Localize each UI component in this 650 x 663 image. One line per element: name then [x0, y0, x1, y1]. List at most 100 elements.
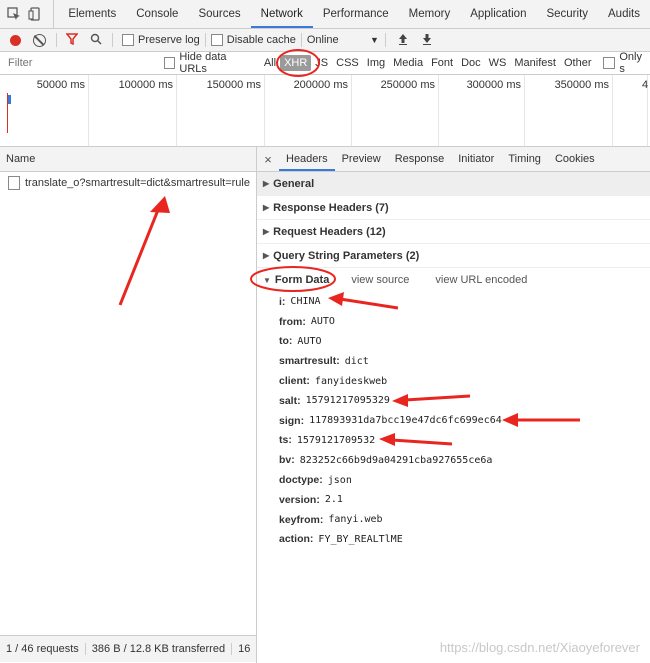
export-har-icon[interactable]	[421, 33, 433, 48]
watermark: https://blog.csdn.net/Xiaoyeforever	[439, 640, 640, 655]
tab-memory[interactable]: Memory	[399, 0, 461, 28]
filter-input[interactable]	[6, 54, 158, 72]
form-field-row: i: CHINA	[257, 292, 650, 312]
type-filter-css[interactable]: CSS	[332, 55, 363, 71]
timeline-gridline	[351, 75, 352, 146]
detail-tab-response[interactable]: Response	[388, 147, 452, 171]
form-field-value: 823252c66b9d9a04291cba927655ce6a	[299, 454, 493, 466]
timeline-gridline	[264, 75, 265, 146]
form-field-key: client:	[279, 375, 310, 388]
timeline-gridline	[612, 75, 613, 146]
network-toolbar: Preserve log Disable cache Online ▼	[0, 29, 650, 52]
search-icon[interactable]	[90, 33, 102, 48]
dom-marker	[7, 93, 8, 133]
timeline-tick-label: 100000 ms	[118, 79, 173, 91]
type-filter-other[interactable]: Other	[560, 55, 596, 71]
tab-application[interactable]: Application	[460, 0, 536, 28]
devtools-tabbar: Elements Console Sources Network Performance…	[0, 0, 650, 29]
triangle-right-icon: ▶	[263, 179, 270, 188]
status-extra: 16	[238, 643, 251, 655]
disable-cache-checkbox[interactable]	[210, 34, 223, 46]
form-field-row: smartresult: dict	[257, 351, 650, 371]
type-filter-all[interactable]: All	[260, 55, 280, 71]
form-field-key: sign:	[279, 414, 305, 427]
tab-console[interactable]: Console	[126, 0, 188, 28]
type-filter-manifest[interactable]: Manifest	[510, 55, 560, 71]
section-label: Request Headers (12)	[273, 225, 386, 238]
form-field-value: AUTO	[297, 335, 322, 347]
type-filter-media[interactable]: Media	[389, 55, 427, 71]
form-field-value: 1579121709532	[296, 434, 376, 446]
device-toolbar-icon[interactable]	[25, 1, 46, 27]
form-field-row: sign: 117893931da7bcc19e47dc6fc699ec64	[257, 411, 650, 431]
request-name: translate_o?smartresult=dict&smartresult…	[25, 177, 250, 189]
request-count: 1 / 46 requests	[0, 643, 86, 655]
type-filter-img[interactable]: Img	[363, 55, 389, 71]
form-field-value: 15791217095329	[305, 395, 390, 407]
hide-data-urls-checkbox[interactable]	[163, 57, 176, 69]
preserve-log-checkbox[interactable]	[122, 34, 134, 46]
type-filter-font[interactable]: Font	[427, 55, 457, 71]
form-field-row: salt: 15791217095329	[257, 391, 650, 411]
clear-icon[interactable]	[33, 33, 46, 47]
form-field-value: AUTO	[310, 316, 335, 328]
request-row[interactable]: translate_o?smartresult=dict&smartresult…	[0, 172, 256, 194]
section-form-data[interactable]: ▼ Form Data view source view URL encoded	[257, 268, 650, 292]
form-field-row: to: AUTO	[257, 332, 650, 352]
view-url-encoded-link[interactable]: view URL encoded	[435, 274, 527, 286]
form-field-row: from: AUTO	[257, 312, 650, 332]
close-icon[interactable]: ×	[257, 152, 279, 167]
tab-audits[interactable]: Audits	[598, 0, 650, 28]
detail-tab-initiator[interactable]: Initiator	[451, 147, 501, 171]
section-general[interactable]: ▶ General	[257, 172, 650, 196]
only-label: Only s	[619, 51, 642, 75]
detail-tabs: × Headers Preview Response Initiator Timing C…	[257, 147, 650, 172]
timeline-tick-label: 4	[642, 79, 649, 91]
throttle-select[interactable]: Online ▼	[307, 34, 379, 46]
section-request-headers[interactable]: ▶ Request Headers (12)	[257, 220, 650, 244]
filter-icon[interactable]	[65, 32, 79, 48]
form-field-key: bv:	[279, 454, 295, 467]
type-filter-doc[interactable]: Doc	[457, 55, 485, 71]
timeline-gridline	[438, 75, 439, 146]
section-query-string[interactable]: ▶ Query String Parameters (2)	[257, 244, 650, 268]
chevron-down-icon: ▼	[369, 35, 379, 45]
type-filter-js[interactable]: JS	[311, 55, 332, 71]
form-field-value: CHINA	[290, 296, 321, 308]
timeline-tick-label: 50000 ms	[36, 79, 85, 91]
form-field-row: version: 2.1	[257, 490, 650, 510]
timeline-tick-label: 200000 ms	[293, 79, 348, 91]
timeline-tick-label: 150000 ms	[206, 79, 261, 91]
tab-sources[interactable]: Sources	[188, 0, 250, 28]
form-field-key: doctype:	[279, 474, 323, 487]
tab-performance[interactable]: Performance	[313, 0, 399, 28]
view-source-link[interactable]: view source	[351, 274, 409, 286]
form-field-key: smartresult:	[279, 355, 340, 368]
type-filter-ws[interactable]: WS	[485, 55, 511, 71]
triangle-right-icon: ▶	[263, 227, 270, 236]
form-field-key: ts:	[279, 434, 292, 447]
name-column-header[interactable]: Name	[0, 147, 256, 172]
form-field-row: client: fanyideskweb	[257, 371, 650, 391]
record-button[interactable]	[10, 34, 21, 46]
section-label: Query String Parameters (2)	[273, 249, 420, 262]
triangle-right-icon: ▶	[263, 203, 270, 212]
inspect-element-icon[interactable]	[4, 1, 25, 27]
import-har-icon[interactable]	[397, 33, 409, 48]
form-field-key: i:	[279, 295, 286, 308]
form-data-list: i: CHINA from: AUTO to: AUTO smartresult: dict c…	[257, 292, 650, 549]
detail-tab-preview[interactable]: Preview	[335, 147, 388, 171]
detail-tab-timing[interactable]: Timing	[501, 147, 548, 171]
tab-security[interactable]: Security	[536, 0, 598, 28]
form-field-key: version:	[279, 493, 320, 506]
detail-tab-cookies[interactable]: Cookies	[548, 147, 602, 171]
network-overview[interactable]: 50000 ms 100000 ms 150000 ms 200000 ms 25000…	[0, 75, 650, 147]
section-response-headers[interactable]: ▶ Response Headers (7)	[257, 196, 650, 220]
form-field-row: keyfrom: fanyi.web	[257, 510, 650, 530]
detail-tab-headers[interactable]: Headers	[279, 147, 335, 171]
type-filter-xhr[interactable]: XHR	[280, 55, 312, 71]
tab-elements[interactable]: Elements	[58, 0, 126, 28]
only-checkbox[interactable]	[603, 57, 616, 69]
tab-network[interactable]: Network	[250, 0, 313, 28]
filter-bar: Hide data URLs AllXHRJSCSSImgMediaFontDo…	[0, 51, 650, 75]
